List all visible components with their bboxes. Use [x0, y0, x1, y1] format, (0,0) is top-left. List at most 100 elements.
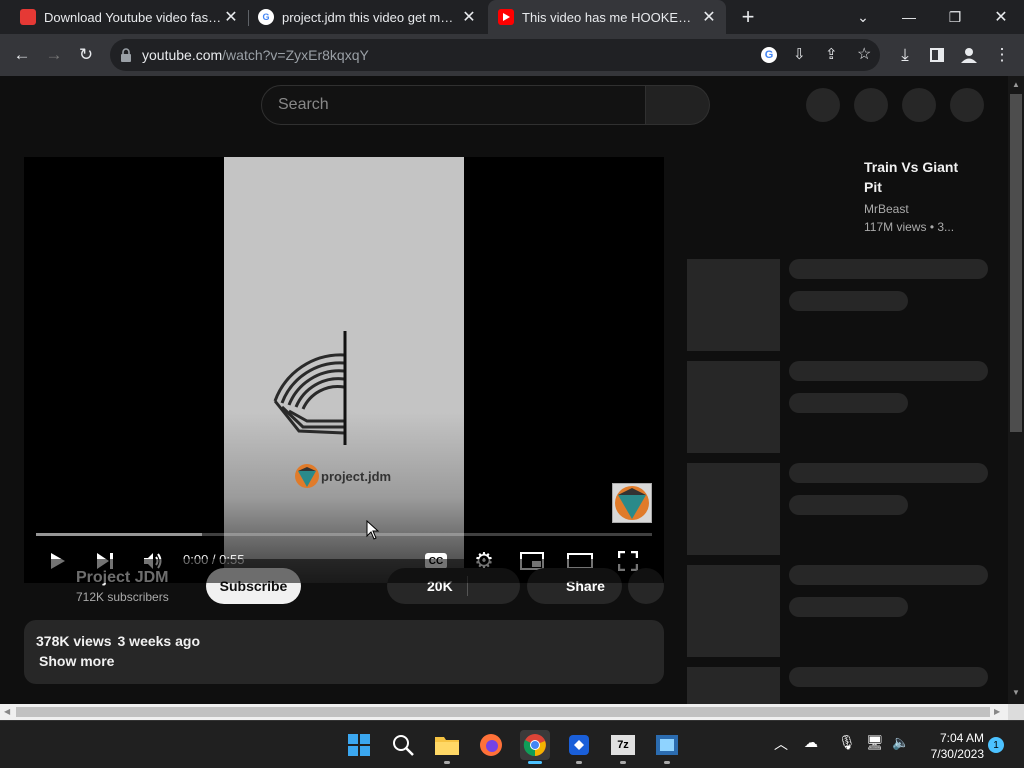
search-icon[interactable] [388, 730, 418, 760]
search-placeholder: Search [278, 96, 329, 113]
new-tab-button[interactable]: + [733, 0, 763, 34]
progress-bar[interactable] [36, 533, 652, 536]
description-box[interactable]: 378K views 3 weeks ago Show more [24, 620, 664, 684]
subscriber-count: 712K subscribers [76, 590, 169, 604]
side-panel-icon[interactable] [925, 43, 949, 67]
close-tab-icon[interactable]: ✕ [222, 7, 240, 27]
lock-icon[interactable] [120, 48, 132, 67]
active-indicator [528, 761, 542, 764]
tab-search-chevron-icon[interactable]: ⌄ [840, 0, 886, 34]
recommended-meta: 117M views • 3... [864, 220, 954, 234]
menu-kebab-icon[interactable]: ⋮ [990, 43, 1014, 67]
youtube-page: Search project.jdm 0:00 / 0:55 CC ⚙ Subs… [0, 76, 1008, 704]
upload-date: 3 weeks ago [117, 633, 201, 649]
mouse-cursor-icon [366, 520, 380, 540]
restore-button[interactable]: ❐ [932, 0, 978, 34]
channel-name[interactable]: Project JDM [76, 569, 168, 587]
browser-tab-3[interactable]: This video has me HOOKED - You ✕ [488, 0, 726, 34]
search-button[interactable] [646, 85, 710, 125]
youtube-icon [498, 9, 514, 25]
microphone-icon[interactable]: 🎙 [838, 734, 856, 751]
header-button-placeholder[interactable] [950, 88, 984, 122]
channel-watermark[interactable] [612, 483, 652, 523]
recommended-channel[interactable]: MrBeast [864, 202, 909, 216]
windows-start-icon[interactable] [344, 730, 374, 760]
watermark-text: project.jdm [321, 469, 392, 484]
share-icon[interactable]: ⇪ [825, 45, 838, 63]
url-text[interactable]: youtube.com/watch?v=ZyxEr8kqxqY [142, 47, 369, 63]
tab-title: project.jdm this video get me ho [282, 9, 460, 25]
system-clock[interactable]: 7:04 AM 7/30/2023 [920, 730, 984, 762]
like-dislike-button[interactable]: 20K [387, 568, 520, 604]
scroll-right-arrow-icon[interactable]: ▶ [994, 707, 1000, 716]
savefrom-icon [20, 9, 36, 25]
install-app-icon[interactable]: ⇩ [793, 45, 806, 63]
chrome-icon[interactable] [520, 730, 550, 760]
like-divider [467, 576, 468, 596]
recommended-views: 117M views [864, 220, 927, 234]
play-button[interactable] [44, 547, 72, 575]
skeleton-thumbnail [687, 463, 780, 555]
skeleton-thumbnail [687, 259, 780, 351]
time-display: 0:00 / 0:55 [183, 552, 245, 567]
shutter-graphic [273, 331, 347, 445]
like-count: 20K [427, 578, 453, 594]
reload-icon[interactable]: ↻ [74, 43, 98, 67]
scroll-left-arrow-icon[interactable]: ◀ [4, 707, 10, 716]
browser-tab-strip: Download Youtube video fast, co ✕ G proj… [0, 0, 1024, 34]
close-tab-icon[interactable]: ✕ [700, 7, 718, 27]
windows-taskbar: 7z ︿ ☁ 🎙 🖥 🔈 7:04 AM 7/30/2023 1 [0, 720, 1024, 768]
scrollbar-thumb[interactable] [16, 707, 990, 717]
address-bar[interactable]: youtube.com/watch?v=ZyxEr8kqxqY G ⇩ ⇪ ☆ [110, 39, 880, 71]
url-host: youtube.com [142, 47, 223, 63]
project-jdm-logo-icon [295, 464, 319, 488]
close-window-button[interactable]: ✕ [978, 0, 1024, 34]
close-tab-icon[interactable]: ✕ [460, 7, 478, 27]
subscribe-button[interactable]: Subscribe [206, 568, 301, 604]
recommended-video-title[interactable]: Train Vs Giant Pit [864, 157, 974, 197]
browser-tab-2[interactable]: G project.jdm this video get me ho ✕ [250, 0, 486, 34]
view-count: 378K views [36, 633, 112, 649]
search-input[interactable]: Search [261, 85, 646, 125]
profile-icon[interactable] [957, 43, 981, 67]
remote-desktop-icon[interactable] [564, 730, 594, 760]
horizontal-scrollbar[interactable]: ◀ ▶ [0, 704, 1008, 720]
speaker-icon[interactable]: 🔈 [892, 734, 909, 751]
7zip-icon[interactable]: 7z [608, 730, 638, 760]
google-icon: G [258, 9, 274, 25]
forward-arrow-icon[interactable]: → [42, 43, 66, 67]
firefox-icon[interactable] [476, 730, 506, 760]
header-button-placeholder[interactable] [854, 88, 888, 122]
share-button[interactable]: Share [527, 568, 622, 604]
running-indicator [620, 761, 626, 764]
skeleton-thumbnail [687, 565, 780, 657]
scrollbar-thumb[interactable] [1010, 94, 1022, 432]
notification-badge[interactable]: 1 [988, 737, 1004, 753]
clock-date: 7/30/2023 [930, 747, 984, 761]
browser-tab-1[interactable]: Download Youtube video fast, co ✕ [0, 0, 248, 34]
skeleton-line [789, 463, 988, 483]
back-arrow-icon[interactable]: ← [10, 43, 34, 67]
video-player[interactable]: project.jdm 0:00 / 0:55 CC ⚙ [24, 157, 664, 583]
skeleton-line [789, 361, 988, 381]
show-hidden-icons-chevron-icon[interactable]: ︿ [774, 734, 788, 754]
header-button-placeholder[interactable] [902, 88, 936, 122]
more-actions-button[interactable] [628, 568, 664, 604]
scroll-up-arrow-icon[interactable]: ▲ [1012, 80, 1020, 89]
minimize-button[interactable]: — [886, 0, 932, 34]
skeleton-line [789, 597, 908, 617]
network-icon[interactable]: 🖥 [866, 734, 884, 751]
onedrive-offline-icon[interactable]: ☁ [804, 734, 818, 751]
header-button-placeholder[interactable] [806, 88, 840, 122]
bookmark-star-icon[interactable]: ☆ [857, 44, 871, 64]
video-editor-icon[interactable] [652, 730, 682, 760]
vertical-scrollbar[interactable]: ▲ ▼ [1008, 76, 1024, 704]
tab-divider [248, 10, 249, 26]
show-more-link[interactable]: Show more [39, 653, 114, 669]
video-stats: 378K views 3 weeks ago [36, 633, 206, 649]
scroll-down-arrow-icon[interactable]: ▼ [1012, 688, 1020, 697]
cc-icon: CC [425, 553, 447, 569]
google-lens-icon[interactable]: G [761, 47, 777, 63]
file-explorer-icon[interactable] [432, 730, 462, 760]
download-icon[interactable]: ⤓ [893, 43, 917, 67]
